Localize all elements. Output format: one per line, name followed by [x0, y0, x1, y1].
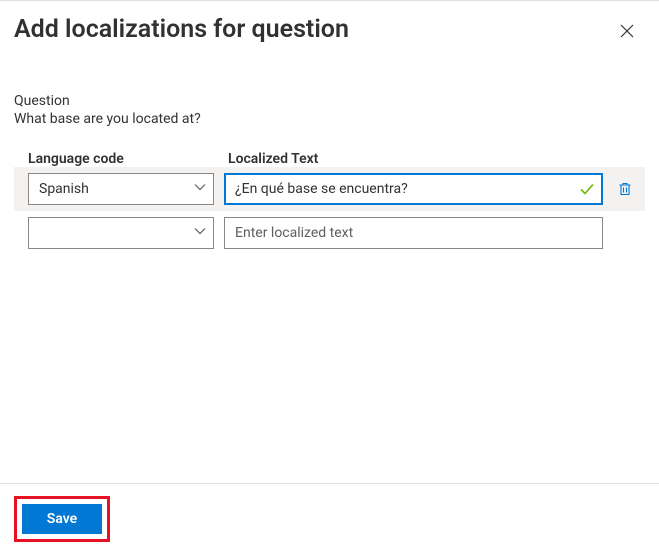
localization-row: Spanish — [14, 167, 645, 211]
localized-text-wrap — [224, 217, 603, 249]
language-select-value — [28, 217, 214, 249]
close-icon — [620, 24, 634, 38]
question-text: What base are you located at? — [14, 111, 645, 127]
close-button[interactable] — [613, 17, 641, 45]
panel-header: Add localizations for question — [0, 0, 659, 57]
save-button[interactable]: Save — [22, 504, 102, 534]
grid-header: Language code Localized Text — [14, 151, 645, 167]
delete-row-button[interactable] — [613, 177, 637, 201]
localization-panel: Add localizations for question Question … — [0, 0, 659, 556]
language-select[interactable] — [28, 217, 214, 249]
column-header-language: Language code — [28, 151, 222, 167]
save-highlight-box: Save — [14, 496, 110, 542]
language-select[interactable]: Spanish — [28, 173, 214, 205]
localization-row — [14, 211, 645, 255]
localized-text-input[interactable] — [224, 217, 603, 249]
panel-body: Question What base are you located at? L… — [0, 57, 659, 483]
column-header-localized: Localized Text — [222, 151, 645, 167]
trash-icon — [617, 181, 633, 197]
panel-title: Add localizations for question — [14, 15, 349, 45]
localized-text-wrap — [224, 173, 603, 205]
checkmark-icon — [579, 181, 595, 197]
localized-text-input[interactable] — [224, 173, 603, 205]
language-select-value: Spanish — [28, 173, 214, 205]
question-label: Question — [14, 93, 645, 109]
panel-footer: Save — [0, 483, 659, 556]
